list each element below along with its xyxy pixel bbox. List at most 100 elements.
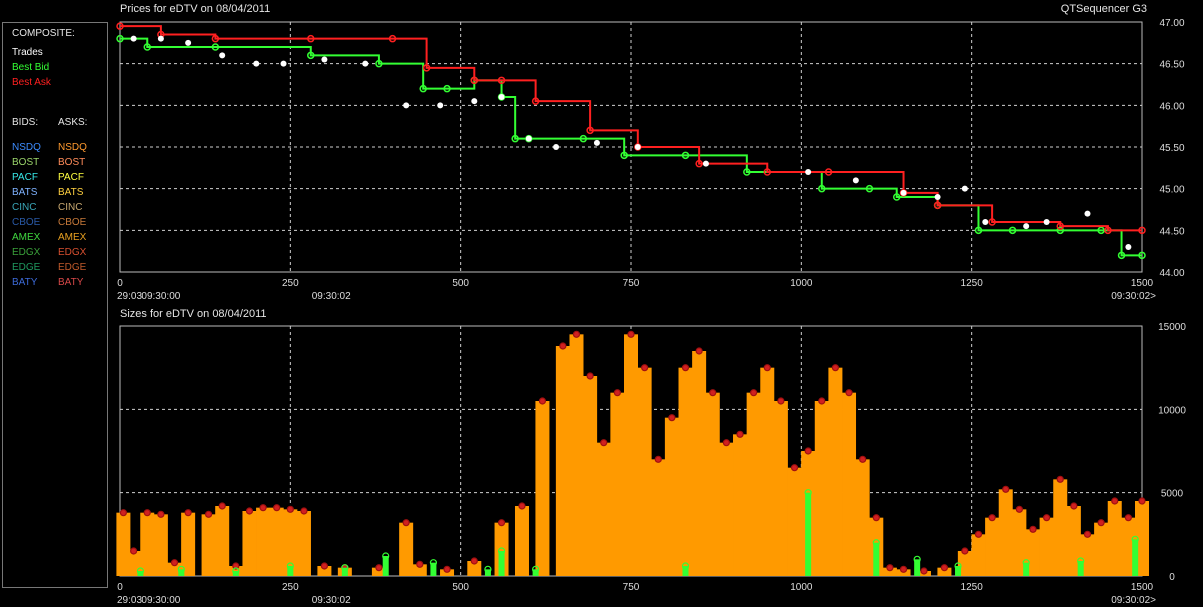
x-tick-label: 1000 [790,582,813,593]
best-ask-marker [695,347,703,355]
best-ask-marker [790,464,799,472]
best-ask-bar [692,351,707,576]
x-tick-label: 750 [623,582,640,593]
best-ask-bar [746,392,761,576]
y-tick-label: 10000 [1158,405,1186,416]
best-ask-marker [375,564,383,572]
best-ask-bar [624,334,638,576]
best-ask-marker [974,530,983,538]
best-ask-marker [143,509,151,517]
best-ask-marker [497,519,506,527]
best-ask-marker [518,502,526,510]
best-ask-marker [130,547,138,555]
best-ask-marker [300,507,308,515]
best-ask-bar [535,401,550,576]
best-ask-bar [719,442,734,576]
best-ask-bar [814,401,829,576]
best-ask-marker [184,509,192,517]
best-ask-marker [668,414,676,422]
time-label: 09:30:02> [1111,595,1156,606]
best-ask-bar [1039,517,1054,576]
best-ask-marker [627,330,635,338]
best-ask-bar [705,392,720,576]
x-tick-label: 250 [282,582,299,593]
best-ask-marker [1029,525,1037,533]
best-ask-bar [583,376,598,576]
best-ask-bar [296,511,311,576]
best-ask-bar [1107,501,1122,576]
best-bid-bar [498,551,505,576]
best-ask-marker [831,364,840,372]
time-label: 09:30:02 [312,595,351,606]
best-ask-marker [804,447,812,455]
best-ask-bar [596,442,611,576]
y-tick-label: 5000 [1161,489,1184,500]
best-ask-marker [402,519,410,527]
best-ask-marker [443,565,451,573]
best-ask-bar [201,514,216,576]
best-ask-marker [654,455,662,463]
best-ask-marker [763,364,771,372]
size-chart: 0 250 500 750 1000 1250 150005000100001500029:… [116,322,1186,606]
best-ask-bar [787,467,802,576]
best-ask-bar [514,506,529,576]
best-ask-bar [678,367,693,576]
best-ask-bar [215,506,230,576]
best-ask-marker [920,567,928,575]
best-ask-bar [1094,522,1109,576]
x-tick-label: 1250 [961,582,984,593]
best-ask-marker [1056,475,1064,483]
time-label: 09:30:00 [141,595,180,606]
best-ask-marker [218,502,226,510]
x-tick-label: 0 [117,582,123,593]
best-ask-bar [842,392,857,576]
best-ask-marker [273,504,281,512]
best-ask-marker [572,330,581,338]
best-ask-marker [722,439,730,447]
x-tick-label: 1500 [1131,582,1154,593]
best-ask-bar [269,507,284,576]
best-ask-marker [600,439,608,447]
best-ask-marker [586,372,594,380]
best-ask-marker [988,514,996,522]
best-ask-marker [538,397,547,405]
best-ask-bar [760,367,775,576]
best-ask-bar [773,401,788,576]
best-ask-bar [242,511,257,576]
best-ask-marker [1097,519,1105,527]
best-ask-marker [818,397,826,405]
best-ask-bar [569,334,584,576]
best-ask-marker [940,564,949,572]
best-ask-marker [750,389,758,397]
best-ask-marker [736,430,744,438]
best-ask-marker [641,364,649,372]
best-ask-marker [1002,485,1010,493]
best-ask-bar [971,534,986,576]
best-ask-bar [828,367,843,576]
best-ask-bar [637,367,652,576]
best-ask-marker [320,562,328,570]
best-ask-bar [399,522,414,576]
y-tick-label: 15000 [1158,322,1186,333]
best-ask-marker [259,504,267,512]
best-ask-bar [651,459,666,576]
best-ask-marker [1043,514,1051,522]
best-ask-marker [286,505,294,513]
best-ask-bar [256,507,271,576]
best-ask-marker [119,509,128,517]
best-ask-bar [664,417,679,576]
best-ask-marker [872,514,880,522]
best-ask-marker [204,510,213,518]
best-ask-marker [170,559,179,567]
best-ask-marker [1015,505,1023,513]
best-ask-marker [709,389,717,397]
best-ask-marker [886,564,894,572]
best-ask-marker [961,547,969,555]
best-ask-marker [845,389,853,397]
best-ask-marker [681,364,690,372]
best-bid-bar [805,492,812,576]
best-ask-bar [733,434,748,576]
best-ask-marker [416,560,424,568]
time-label: 29:03 [117,595,142,606]
best-bid-bar [1132,539,1139,576]
